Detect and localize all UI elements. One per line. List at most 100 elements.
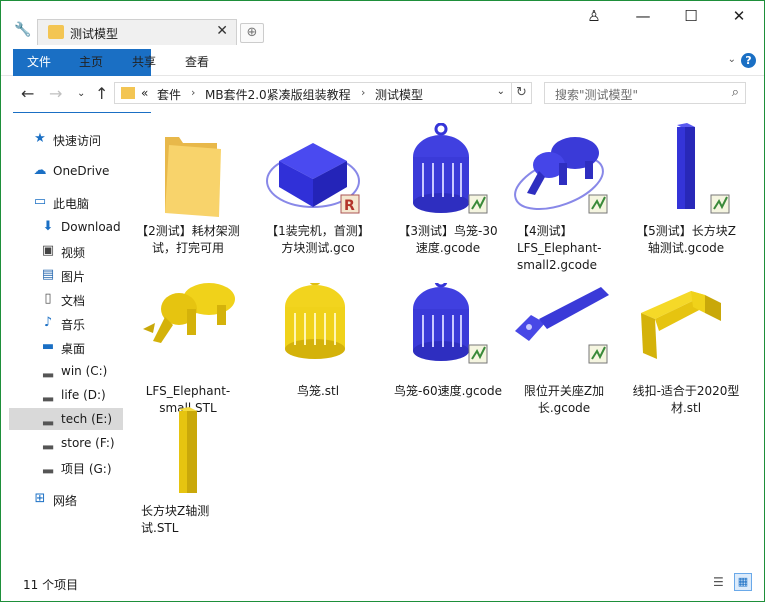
user-icon[interactable]: ♙ xyxy=(574,5,614,29)
drive-icon: ▂ xyxy=(43,459,53,474)
explorer-window: 🔧 测试模型 ✕ ⊕ ♙ — ☐ ✕ 文件 主页 共享 查看 ⌄ ? ← → ⌄… xyxy=(0,0,765,602)
sidebar-item-this-pc[interactable]: ▭ 此电脑 xyxy=(9,191,123,213)
sidebar-item-drive-e[interactable]: ▂ tech (E:) xyxy=(9,408,123,430)
sidebar-item-drive-c[interactable]: ▂ win (C:) xyxy=(9,360,123,382)
sidebar-item-music[interactable]: ♪ 音乐 xyxy=(9,312,123,334)
gcode-elephant-icon xyxy=(514,137,608,214)
file-item[interactable]: 【2测试】耗材架测试，打完可用 xyxy=(133,123,243,255)
file-list: 【2测试】耗材架测试，打完可用 R 【1装完机，首测】方块测试.gco 【3测试… xyxy=(123,113,764,568)
breadcrumb-separator[interactable]: › xyxy=(361,86,365,99)
breadcrumb-item[interactable]: MB套件2.0紧凑版组装教程 xyxy=(205,86,351,103)
stl-cage-icon xyxy=(285,283,345,359)
file-item[interactable]: 【3测试】鸟笼-30速度.gcode xyxy=(393,123,503,255)
file-item[interactable]: 鸟笼-60速度.gcode xyxy=(393,283,503,413)
recent-dropdown-icon[interactable]: ⌄ xyxy=(77,88,85,99)
music-icon: ♪ xyxy=(43,315,53,330)
tab-home[interactable]: 主页 xyxy=(67,49,115,75)
sidebar-item-label: win (C:) xyxy=(61,364,108,378)
sidebar-item-label: store (F:) xyxy=(61,436,115,450)
help-icon[interactable]: ? xyxy=(741,53,756,68)
wrench-icon[interactable]: 🔧 xyxy=(14,23,31,37)
video-icon: ▣ xyxy=(41,243,55,258)
sidebar-item-label: 文档 xyxy=(61,294,86,308)
breadcrumb-item[interactable]: 测试模型 xyxy=(375,86,423,103)
navigation-pane: ★ 快速访问 ☁ OneDrive ▭ 此电脑 ⬇ Download ▣ 视频 … xyxy=(9,113,123,568)
sidebar-item-label: tech (E:) xyxy=(61,412,113,426)
cloud-icon: ☁ xyxy=(33,163,47,178)
stl-pillar-icon xyxy=(179,407,197,493)
search-icon[interactable]: ⌕ xyxy=(732,85,739,100)
document-icon: ▯ xyxy=(44,291,52,306)
sidebar-item-label: life (D:) xyxy=(61,388,106,402)
sidebar-item-documents[interactable]: ▯ 文档 xyxy=(9,288,123,310)
gcode-cage-icon xyxy=(413,123,488,214)
file-item[interactable]: 【4测试】LFS_Elephant-small2.gcode xyxy=(509,123,619,272)
sidebar-item-label: Download xyxy=(61,220,121,234)
chevron-down-icon[interactable]: ⌄ xyxy=(497,86,505,97)
star-icon: ★ xyxy=(34,131,46,146)
svg-text:R: R xyxy=(344,198,355,214)
breadcrumb-item[interactable]: 套件 xyxy=(157,86,181,103)
folder-icon xyxy=(165,137,221,217)
sidebar-item-network[interactable]: ⊞ 网络 xyxy=(9,488,123,510)
window-tab[interactable]: 测试模型 ✕ xyxy=(37,19,237,45)
network-icon: ⊞ xyxy=(34,491,46,506)
file-item[interactable]: LFS_Elephant-small.STL xyxy=(133,283,243,415)
gcode-cage-icon xyxy=(413,283,488,364)
sidebar-item-onedrive[interactable]: ☁ OneDrive xyxy=(9,160,123,182)
file-name: 限位开关座Z加长.gcode xyxy=(523,384,605,415)
sidebar-item-pictures[interactable]: ▤ 图片 xyxy=(9,264,123,286)
sidebar-item-label: 网络 xyxy=(53,494,78,508)
chevron-down-icon[interactable]: ⌄ xyxy=(728,54,736,65)
file-name: 线扣-适合于2020型材.stl xyxy=(632,384,740,415)
stl-clip-icon xyxy=(641,291,721,359)
sidebar-item-download[interactable]: ⬇ Download xyxy=(9,216,123,238)
download-icon: ⬇ xyxy=(42,219,54,234)
address-bar[interactable]: « 套件 › MB套件2.0紧凑版组装教程 › 测试模型 ⌄ xyxy=(114,82,512,104)
search-input[interactable]: 搜索"测试模型" ⌕ xyxy=(544,82,746,104)
tab-view[interactable]: 查看 xyxy=(173,49,221,75)
file-item[interactable]: 线扣-适合于2020型材.stl xyxy=(631,283,741,415)
search-placeholder: 搜索"测试模型" xyxy=(555,88,639,102)
computer-icon: ▭ xyxy=(33,194,47,209)
sidebar-item-label: 音乐 xyxy=(61,318,86,332)
forward-arrow-icon[interactable]: → xyxy=(49,84,62,103)
sidebar-item-drive-d[interactable]: ▂ life (D:) xyxy=(9,384,123,406)
drive-icon: ▂ xyxy=(43,363,53,378)
sidebar-item-desktop[interactable]: ▬ 桌面 xyxy=(9,336,123,358)
file-item[interactable]: 长方块Z轴测试.STL xyxy=(133,403,243,535)
details-view-icon[interactable]: ☰ xyxy=(713,575,729,591)
drive-icon: ▂ xyxy=(43,411,53,426)
tab-share[interactable]: 共享 xyxy=(120,49,168,75)
drive-icon: ▂ xyxy=(43,387,53,402)
breadcrumb-overflow[interactable]: « xyxy=(141,86,148,100)
sidebar-item-label: 此电脑 xyxy=(53,197,90,211)
file-name: 鸟笼-60速度.gcode xyxy=(394,384,502,398)
up-arrow-icon[interactable]: ↑ xyxy=(95,84,108,103)
file-item[interactable]: 限位开关座Z加长.gcode xyxy=(509,283,619,415)
maximize-button[interactable]: ☐ xyxy=(671,5,711,29)
gcode-cube-icon: R xyxy=(266,143,360,214)
file-item[interactable]: 鸟笼.stl xyxy=(263,283,373,413)
sidebar-item-drive-g[interactable]: ▂ 项目 (G:) xyxy=(9,456,123,478)
sidebar-item-videos[interactable]: ▣ 视频 xyxy=(9,240,123,262)
file-item[interactable]: R 【1装完机，首测】方块测试.gco xyxy=(263,123,373,255)
back-arrow-icon[interactable]: ← xyxy=(21,84,34,103)
refresh-button[interactable]: ↻ xyxy=(512,82,532,104)
large-icons-view-icon[interactable]: ▦ xyxy=(734,573,752,591)
ribbon: 文件 主页 共享 查看 ⌄ ? xyxy=(1,45,764,179)
sidebar-item-label: 项目 (G:) xyxy=(61,462,112,476)
sidebar-item-label: 图片 xyxy=(61,270,86,284)
sidebar-item-drive-f[interactable]: ▂ store (F:) xyxy=(9,432,123,454)
close-button[interactable]: ✕ xyxy=(719,5,759,29)
tab-close-icon[interactable]: ✕ xyxy=(216,23,228,39)
file-item[interactable]: 【5测试】长方块Z轴测试.gcode xyxy=(631,123,741,255)
status-bar: 11 个项目 ☰ ▦ xyxy=(1,569,764,601)
minimize-button[interactable]: — xyxy=(623,5,663,29)
sidebar-item-label: 桌面 xyxy=(61,342,86,356)
new-tab-button[interactable]: ⊕ xyxy=(240,23,264,43)
picture-icon: ▤ xyxy=(41,267,55,282)
breadcrumb-separator[interactable]: › xyxy=(191,86,195,99)
tab-title: 测试模型 xyxy=(70,27,119,41)
sidebar-item-quick-access[interactable]: ★ 快速访问 xyxy=(9,128,123,150)
